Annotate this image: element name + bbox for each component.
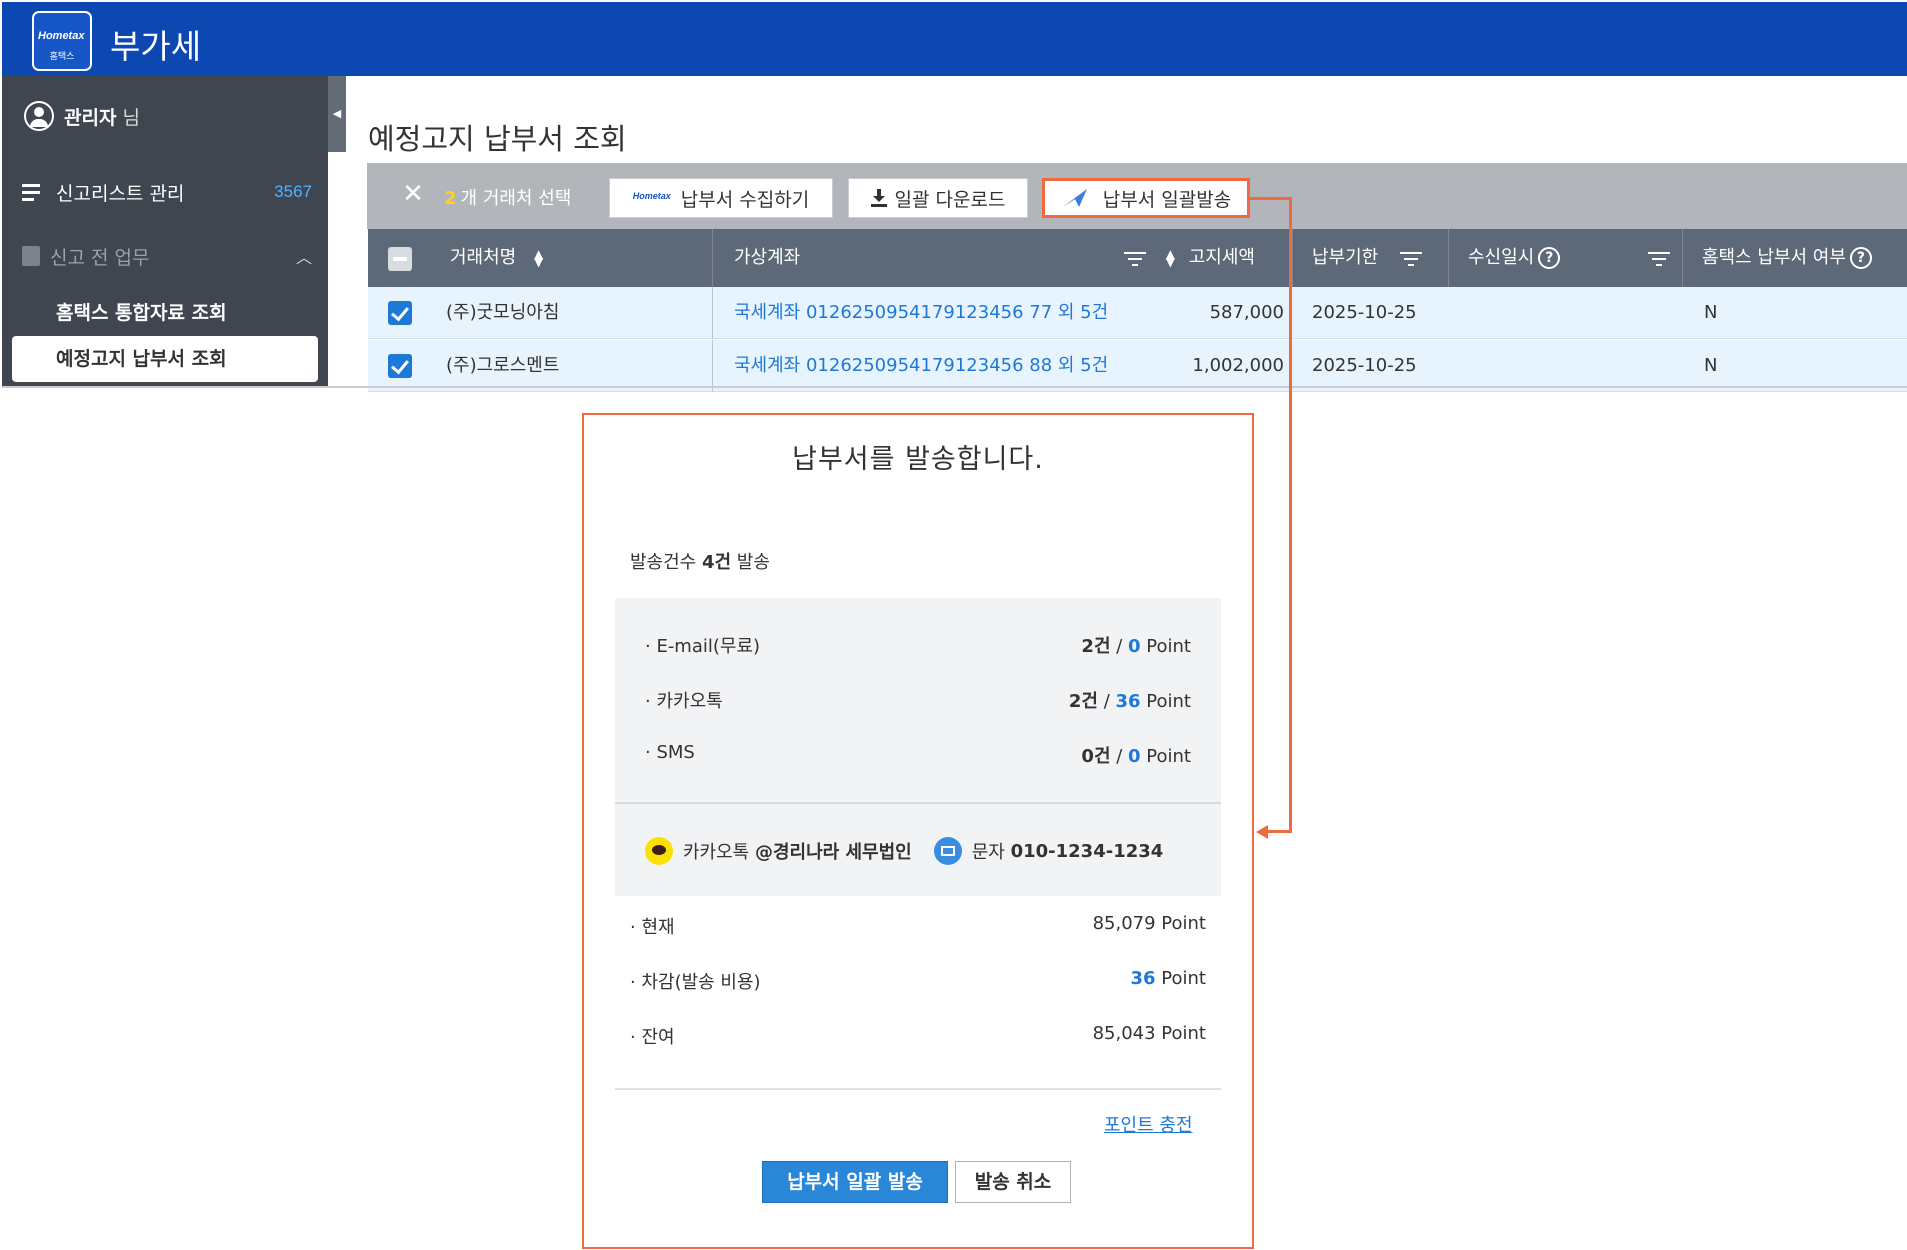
- dialog-title: 납부서를 발송합니다.: [792, 444, 1044, 475]
- selection-count: 2개 거래처 선택: [444, 188, 572, 209]
- sidebar-item-prepayment-notice[interactable]: 예정고지 납부서 조회: [12, 336, 318, 382]
- user-name: 관리자: [64, 106, 117, 129]
- select-all-checkbox[interactable]: [388, 247, 412, 271]
- message-icon: [933, 837, 962, 865]
- cell-hometax: N: [1704, 355, 1718, 376]
- download-button[interactable]: 일괄 다운로드: [848, 178, 1028, 218]
- user-avatar-icon: [24, 101, 54, 131]
- sidebar-item-label: 신고리스트 관리: [56, 182, 185, 205]
- hometax-logo: Hometax 홈택스: [32, 11, 92, 71]
- col-name[interactable]: 거래처명 ▲ ▼: [450, 229, 543, 287]
- cell-due: 2025-10-25: [1312, 355, 1417, 376]
- cell-due: 2025-10-25: [1312, 302, 1417, 323]
- col-received[interactable]: 수신일시?: [1468, 229, 1670, 287]
- cell-amount: 1,002,000: [1192, 355, 1284, 376]
- connector-line: [1250, 197, 1292, 200]
- col-hometax: 홈택스 납부서 여부?: [1702, 229, 1872, 287]
- filter-icon[interactable]: [1399, 250, 1422, 266]
- cell-account-link[interactable]: 국세계좌 0126250954179123456 88 외 5건: [734, 340, 1108, 392]
- help-icon[interactable]: ?: [1849, 247, 1872, 269]
- help-icon[interactable]: ?: [1538, 247, 1561, 269]
- cell-amount: 587,000: [1209, 302, 1284, 323]
- sort-icon[interactable]: ▲ ▼: [534, 248, 543, 268]
- balance-remaining: · 잔여 85,043 Point: [630, 1023, 1206, 1048]
- sidebar-collapse-button[interactable]: ◀: [328, 76, 346, 152]
- sidebar-item-report-list[interactable]: 신고리스트 관리 3567: [22, 177, 312, 207]
- connector-line: [1289, 197, 1292, 833]
- chevron-up-icon: ︿: [295, 248, 312, 267]
- user-profile[interactable]: 관리자 님: [24, 100, 140, 132]
- list-icon: [22, 183, 44, 201]
- divider: [615, 802, 1221, 804]
- screenshot-bottom-border: [2, 386, 1907, 388]
- cell-name: (주)그로스멘트: [446, 355, 560, 376]
- cell-hometax: N: [1704, 302, 1718, 323]
- report-count-badge: 3567: [274, 182, 312, 201]
- send-count: 발송건수 4건 발송: [630, 552, 770, 573]
- bulk-send-button[interactable]: 납부서 일괄발송: [1042, 178, 1250, 218]
- page-title: 예정고지 납부서 조회: [368, 122, 627, 156]
- sidebar-group-pre-report[interactable]: 신고 전 업무 ︿: [22, 241, 312, 271]
- table-header: 거래처명 ▲ ▼ 가상계좌 ▲ ▼ 고지세액 납부기한 수신일시? 홈택스 납부서 …: [368, 229, 1907, 287]
- user-suffix: 님: [122, 106, 140, 129]
- divider: [615, 1088, 1221, 1090]
- download-icon: [870, 189, 887, 207]
- table-row[interactable]: (주)그로스멘트 국세계좌 0126250954179123456 88 외 5…: [368, 340, 1907, 392]
- stat-email: · E-mail(무료) 2건 / 0 Point: [645, 636, 1191, 657]
- sidebar-item-hometax-data[interactable]: 홈택스 통합자료 조회: [56, 296, 227, 326]
- col-due[interactable]: 납부기한: [1312, 229, 1422, 287]
- sort-icon[interactable]: ▲ ▼: [1166, 248, 1175, 268]
- hometax-mini-icon: Hometax: [632, 191, 671, 201]
- cell-name: (주)굿모닝아침: [446, 302, 560, 323]
- kakao-icon: [645, 837, 673, 865]
- row-checkbox[interactable]: [388, 301, 412, 325]
- arrow-left-icon: [1256, 825, 1268, 839]
- cancel-send-button[interactable]: 발송 취소: [955, 1161, 1071, 1203]
- stat-kakao: · 카카오톡 2건 / 36 Point: [645, 691, 1191, 712]
- send-plane-icon: [1062, 189, 1087, 207]
- sidebar-group-label: 신고 전 업무: [50, 246, 150, 269]
- point-charge-link[interactable]: 포인트 충전: [1104, 1111, 1193, 1137]
- stat-sms: · SMS 0건 / 0 Point: [645, 742, 1191, 767]
- row-checkbox[interactable]: [388, 354, 412, 378]
- sender-info: 카카오톡 @경리나라 세무법인 문자 010-1234-1234: [645, 836, 1201, 866]
- filter-icon[interactable]: [1647, 250, 1670, 266]
- confirm-send-button[interactable]: 납부서 일괄 발송: [762, 1161, 948, 1203]
- document-search-icon: [22, 246, 40, 266]
- app-header: Hometax 홈택스 부가세: [2, 2, 1907, 76]
- collect-button[interactable]: Hometax 납부서 수집하기: [609, 178, 833, 218]
- balance-deduction: · 차감(발송 비용) 36 Point: [630, 968, 1206, 993]
- col-amount[interactable]: ▲ ▼ 고지세액: [1124, 229, 1255, 287]
- close-icon[interactable]: ✕: [398, 179, 428, 209]
- app-title: 부가세: [110, 27, 202, 66]
- col-account: 가상계좌: [734, 247, 801, 268]
- balance-current: · 현재 85,079 Point: [630, 913, 1206, 938]
- filter-icon[interactable]: [1124, 250, 1146, 266]
- cell-account-link[interactable]: 국세계좌 0126250954179123456 77 외 5건: [734, 287, 1108, 339]
- table-row[interactable]: (주)굿모닝아침 국세계좌 0126250954179123456 77 외 5…: [368, 287, 1907, 339]
